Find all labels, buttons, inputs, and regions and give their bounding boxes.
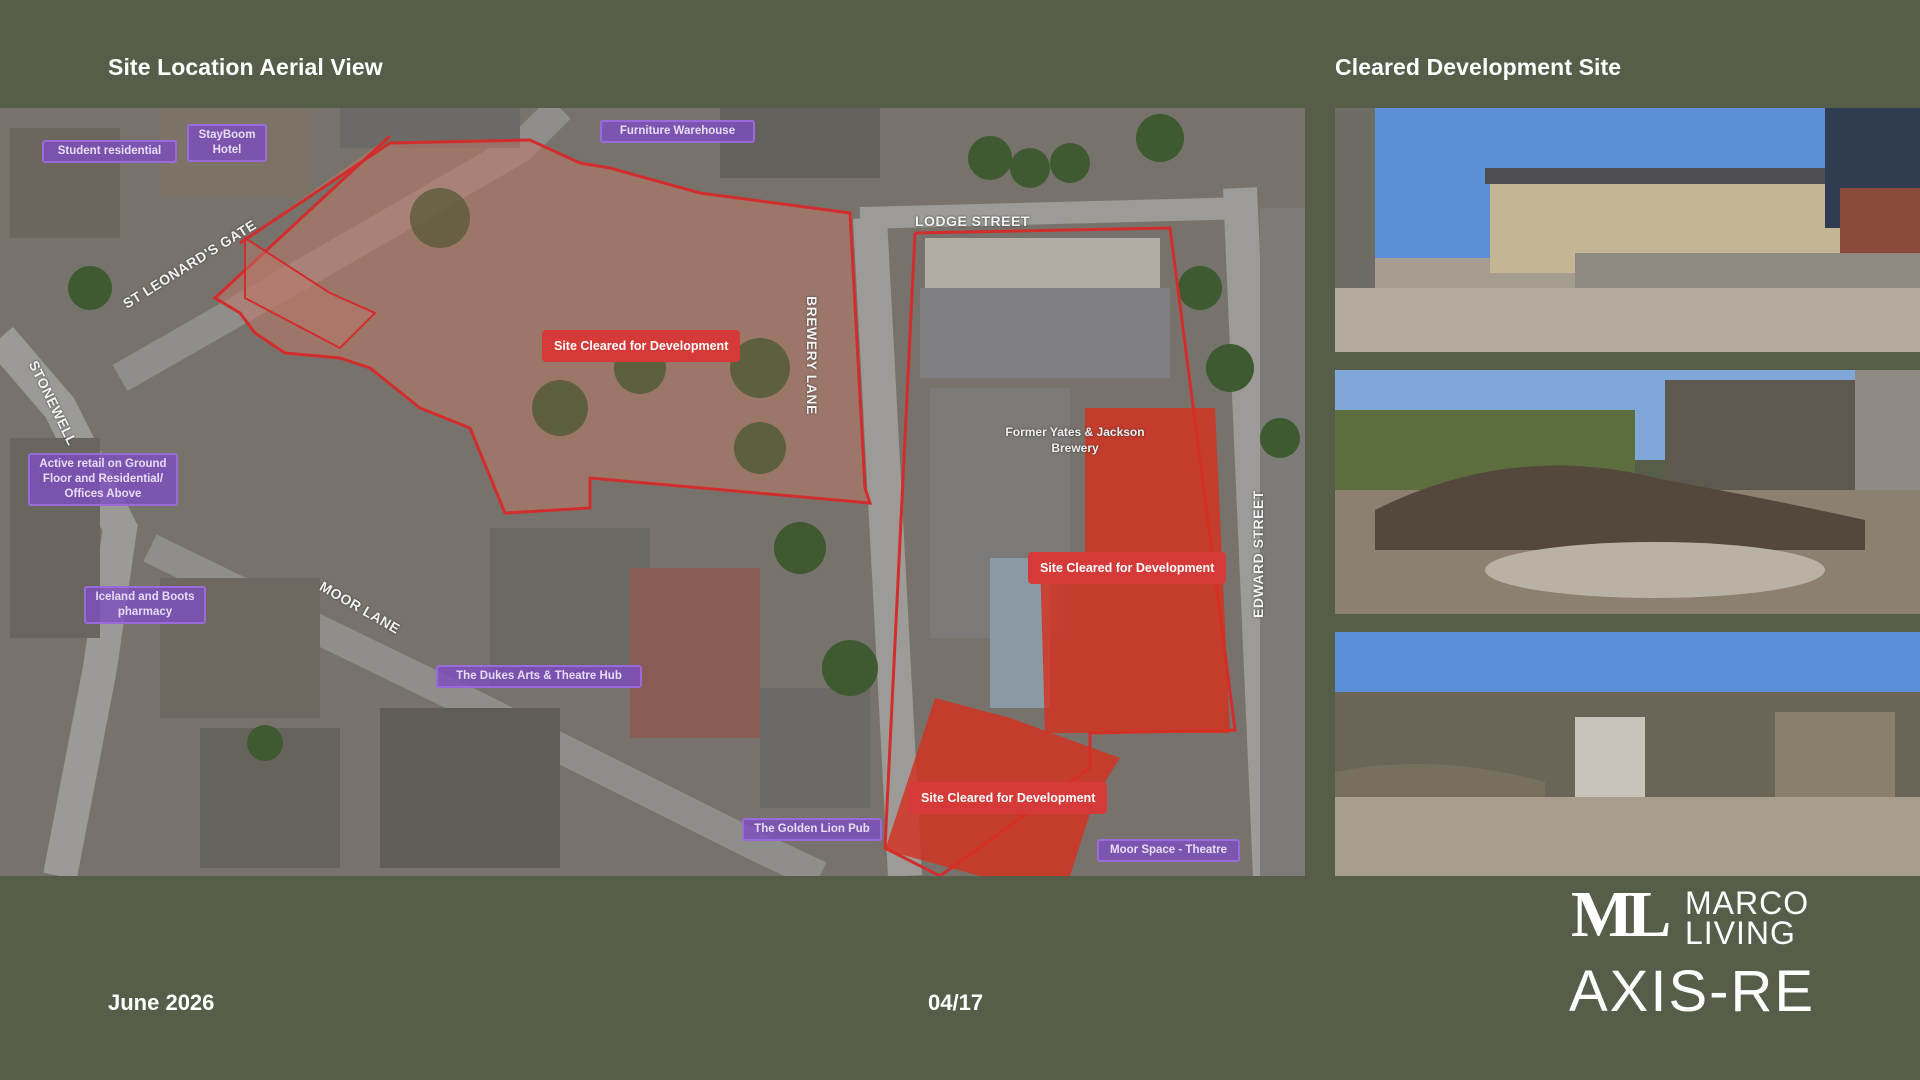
tag-stayboom-hotel[interactable]: StayBoom Hotel — [187, 124, 267, 162]
logo-line-1: MARCO — [1685, 885, 1810, 921]
logo-secondary: AXIS-RE — [1569, 959, 1816, 1024]
brewery-label: Former Yates & Jackson Brewery — [1005, 425, 1145, 455]
site-label-right[interactable]: Site Cleared for Development — [1028, 552, 1227, 584]
aerial-map-imagery — [0, 108, 1305, 876]
tag-iceland-boots[interactable]: Iceland and Boots pharmacy — [84, 586, 206, 624]
street-label-edward-street: EDWARD STREET — [1250, 490, 1266, 618]
site-label-bottom[interactable]: Site Cleared for Development — [909, 782, 1108, 814]
tag-active-retail[interactable]: Active retail on Ground Floor and Reside… — [28, 453, 178, 506]
tag-moor-space[interactable]: Moor Space - Theatre — [1097, 839, 1240, 862]
site-photo-terrace — [1335, 108, 1920, 352]
street-label-lodge-street: LODGE STREET — [915, 213, 1030, 229]
footer-date: June 2026 — [108, 990, 215, 1015]
logo-line-2: LIVING — [1685, 915, 1796, 951]
tag-golden-lion[interactable]: The Golden Lion Pub — [742, 818, 882, 841]
brand-logo: ML MARCO LIVING AXIS-RE — [1565, 878, 1835, 1025]
aerial-map[interactable]: LODGE STREET BREWERY LANE ST LEONARD'S G… — [0, 108, 1305, 876]
site-photo-rubble — [1335, 370, 1920, 614]
logo-wordmark: MARCO LIVING — [1685, 885, 1810, 951]
page-number: 04/17 — [928, 990, 984, 1015]
logo-monogram: ML — [1571, 878, 1671, 951]
site-label-left[interactable]: Site Cleared for Development — [542, 330, 741, 362]
aerial-view-heading: Site Location Aerial View — [108, 54, 383, 80]
street-label-brewery-lane: BREWERY LANE — [804, 296, 820, 415]
photos-heading: Cleared Development Site — [1335, 54, 1622, 80]
tag-dukes-arts[interactable]: The Dukes Arts & Theatre Hub — [436, 665, 642, 688]
tag-furniture-warehouse[interactable]: Furniture Warehouse — [600, 120, 755, 143]
tag-student-residential[interactable]: Student residential — [42, 140, 177, 163]
site-photo-buildings — [1335, 632, 1920, 876]
